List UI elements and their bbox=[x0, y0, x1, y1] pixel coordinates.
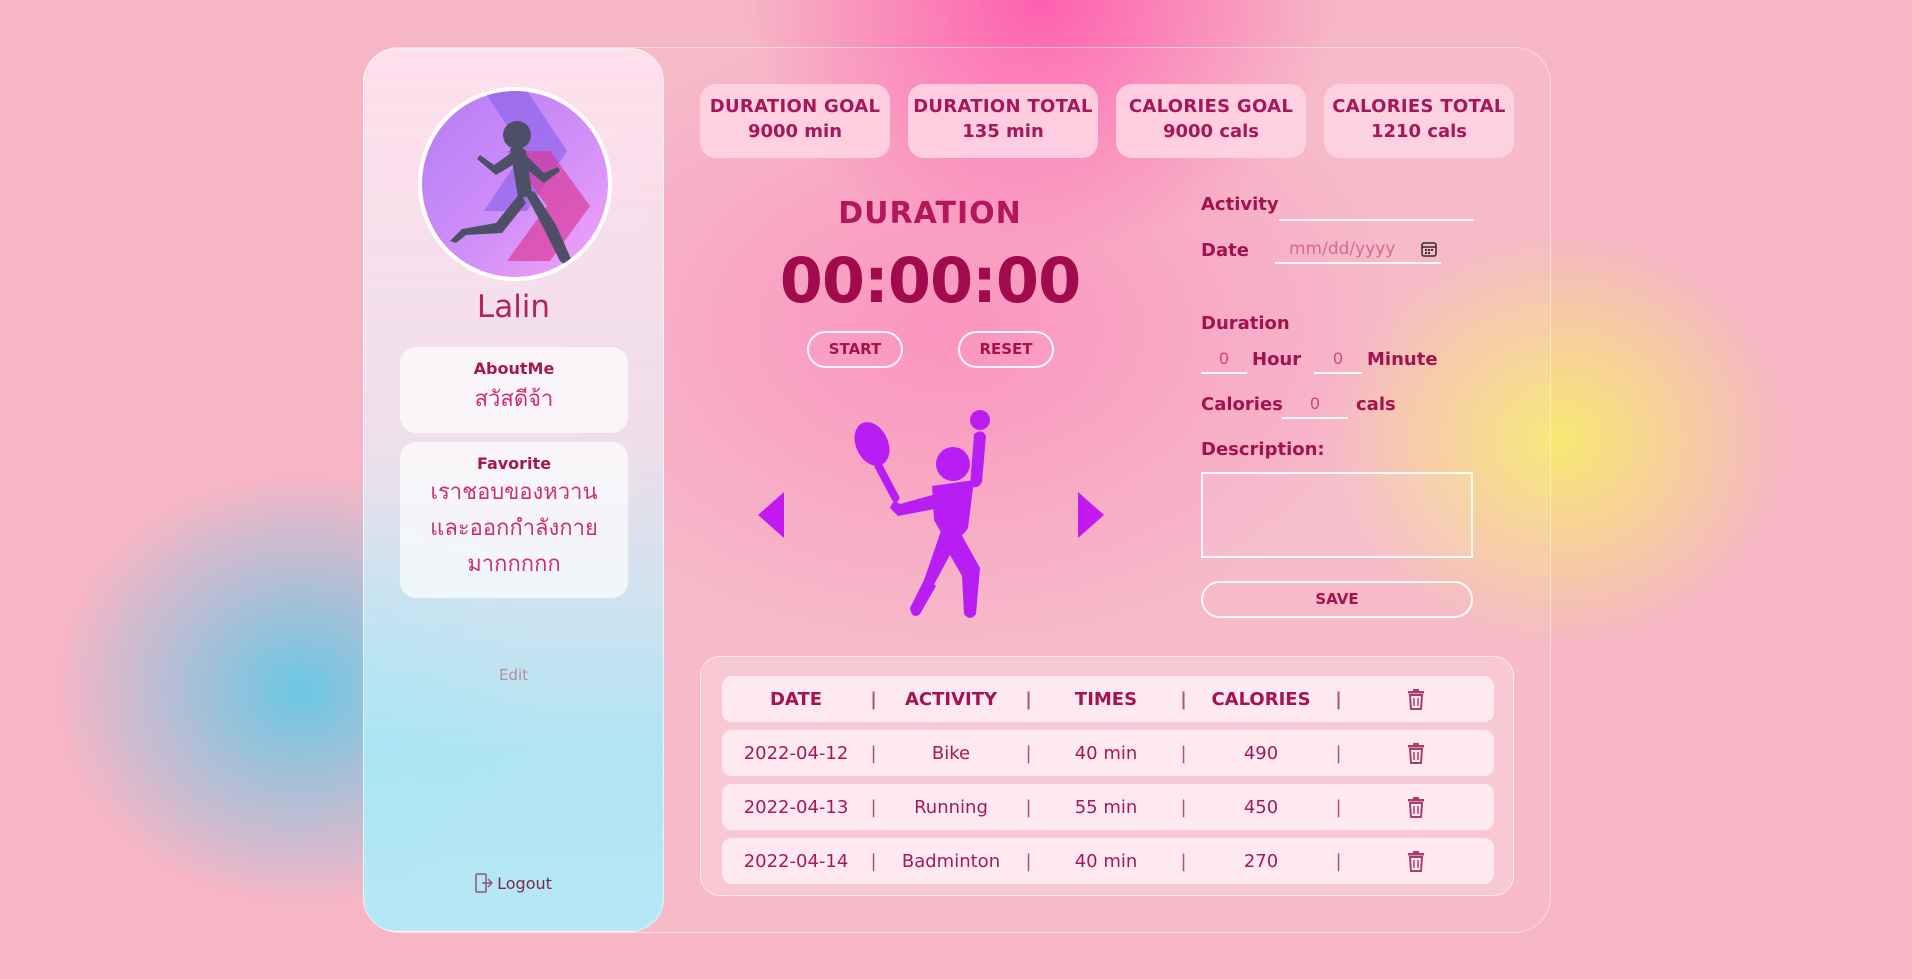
minute-input[interactable] bbox=[1314, 346, 1362, 374]
cell-calories: 450 bbox=[1243, 796, 1279, 818]
runner-image bbox=[450, 91, 590, 267]
calories-label: Calories bbox=[1201, 394, 1283, 415]
edit-profile-link[interactable]: Edit bbox=[364, 666, 663, 684]
trash-icon bbox=[1408, 851, 1424, 872]
trash-icon bbox=[1408, 743, 1424, 764]
table-header: DATE | ACTIVITY | TIMES | CALORIES | bbox=[722, 676, 1494, 722]
favorite-line: มากกกกก bbox=[467, 552, 561, 577]
username: Lalin bbox=[476, 289, 551, 325]
avatar bbox=[418, 87, 612, 281]
table-row: 2022-04-12 | Bike | 40 min | 490 | bbox=[722, 730, 1494, 776]
separator: | bbox=[870, 796, 877, 818]
separator: | bbox=[1025, 850, 1032, 872]
stat-duration-total: DURATION TOTAL 135 min bbox=[908, 84, 1098, 158]
date-placeholder: mm/dd/yyyy bbox=[1289, 239, 1396, 259]
cell-times: 40 min bbox=[1074, 850, 1138, 872]
stat-label: CALORIES GOAL bbox=[1128, 96, 1294, 117]
cell-date: 2022-04-14 bbox=[743, 850, 849, 872]
stat-calories-goal: CALORIES GOAL 9000 cals bbox=[1116, 84, 1306, 158]
hour-input[interactable] bbox=[1201, 346, 1247, 374]
logout-label: Logout bbox=[497, 873, 552, 893]
cell-activity: Badminton bbox=[901, 850, 1001, 872]
description-textarea[interactable] bbox=[1201, 472, 1473, 558]
activity-input[interactable] bbox=[1279, 193, 1474, 221]
delete-row-button[interactable] bbox=[1342, 850, 1490, 872]
stat-duration-goal: DURATION GOAL 9000 min bbox=[700, 84, 890, 158]
save-button[interactable]: SAVE bbox=[1201, 581, 1473, 618]
separator: | bbox=[870, 742, 877, 764]
date-label: Date bbox=[1201, 240, 1249, 261]
separator: | bbox=[1025, 688, 1032, 710]
separator: | bbox=[870, 688, 877, 710]
stat-calories-total: CALORIES TOTAL 1210 cals bbox=[1324, 84, 1514, 158]
separator: | bbox=[1025, 742, 1032, 764]
caret-left-icon[interactable] bbox=[756, 490, 786, 540]
favorite-text: เราชอบของหวาน และออกกำลังกาย มากกกกก bbox=[400, 473, 628, 593]
separator: | bbox=[1025, 796, 1032, 818]
stat-label: DURATION TOTAL bbox=[913, 96, 1093, 117]
calendar-icon[interactable] bbox=[1421, 241, 1437, 257]
about-me-title: AboutMe bbox=[473, 359, 555, 378]
cell-times: 40 min bbox=[1074, 742, 1138, 764]
start-button[interactable]: START bbox=[807, 331, 903, 368]
calories-unit: cals bbox=[1356, 394, 1396, 415]
separator: | bbox=[1180, 850, 1187, 872]
duration-label: Duration bbox=[1201, 313, 1290, 334]
activity-table: DATE | ACTIVITY | TIMES | CALORIES | 202… bbox=[700, 656, 1514, 896]
cell-activity: Running bbox=[914, 796, 988, 818]
cell-activity: Bike bbox=[931, 742, 971, 764]
activity-label: Activity bbox=[1201, 194, 1279, 215]
logout-icon bbox=[475, 873, 494, 893]
cell-calories: 490 bbox=[1243, 742, 1279, 764]
header-date: DATE bbox=[769, 688, 823, 710]
trash-icon bbox=[1408, 689, 1424, 710]
description-label: Description: bbox=[1201, 439, 1325, 460]
trash-icon bbox=[1408, 797, 1424, 818]
cell-date: 2022-04-13 bbox=[743, 796, 849, 818]
delete-row-button[interactable] bbox=[1342, 796, 1490, 818]
stat-value: 135 min bbox=[962, 121, 1044, 142]
stat-label: DURATION GOAL bbox=[709, 96, 881, 117]
favorite-line: และออกกำลังกาย bbox=[430, 516, 598, 541]
separator: | bbox=[1180, 688, 1187, 710]
logout-button[interactable]: Logout bbox=[364, 873, 663, 893]
cell-date: 2022-04-12 bbox=[743, 742, 849, 764]
separator: | bbox=[1335, 796, 1342, 818]
separator: | bbox=[1335, 742, 1342, 764]
separator: | bbox=[1180, 742, 1187, 764]
header-calories: CALORIES bbox=[1211, 688, 1311, 710]
separator: | bbox=[1335, 850, 1342, 872]
caret-right-icon[interactable] bbox=[1076, 490, 1106, 540]
separator: | bbox=[1335, 688, 1342, 710]
header-activity: ACTIVITY bbox=[904, 688, 998, 710]
delete-all-button[interactable] bbox=[1342, 688, 1490, 710]
delete-row-button[interactable] bbox=[1342, 742, 1490, 764]
stat-value: 9000 min bbox=[747, 121, 843, 142]
stat-value: 1210 cals bbox=[1370, 121, 1468, 142]
about-me-text: สวัสดีจ้า bbox=[474, 387, 554, 412]
favorite-title: Favorite bbox=[476, 454, 552, 473]
cell-times: 55 min bbox=[1074, 796, 1138, 818]
separator: | bbox=[1180, 796, 1187, 818]
header-times: TIMES bbox=[1074, 688, 1138, 710]
timer-title: DURATION bbox=[838, 196, 1022, 231]
table-row: 2022-04-14 | Badminton | 40 min | 270 | bbox=[722, 838, 1494, 884]
tennis-player-icon bbox=[854, 410, 990, 618]
minute-unit: Minute bbox=[1367, 349, 1438, 370]
reset-button[interactable]: RESET bbox=[958, 331, 1054, 368]
favorite-box: Favorite เราชอบของหวาน และออกกำลังกาย มา… bbox=[400, 442, 628, 598]
hour-unit: Hour bbox=[1252, 349, 1302, 370]
cell-calories: 270 bbox=[1243, 850, 1279, 872]
separator: | bbox=[870, 850, 877, 872]
date-input[interactable]: mm/dd/yyyy bbox=[1275, 236, 1441, 264]
stat-value: 9000 cals bbox=[1162, 121, 1260, 142]
favorite-line: เราชอบของหวาน bbox=[430, 480, 598, 505]
about-me-box: AboutMe สวัสดีจ้า bbox=[400, 347, 628, 433]
profile-sidebar: Lalin AboutMe สวัสดีจ้า Favorite เราชอบข… bbox=[363, 48, 664, 932]
stat-label: CALORIES TOTAL bbox=[1332, 96, 1506, 117]
timer-display: 00:00:00 bbox=[779, 244, 1081, 317]
calories-input[interactable] bbox=[1282, 391, 1348, 419]
table-row: 2022-04-13 | Running | 55 min | 450 | bbox=[722, 784, 1494, 830]
